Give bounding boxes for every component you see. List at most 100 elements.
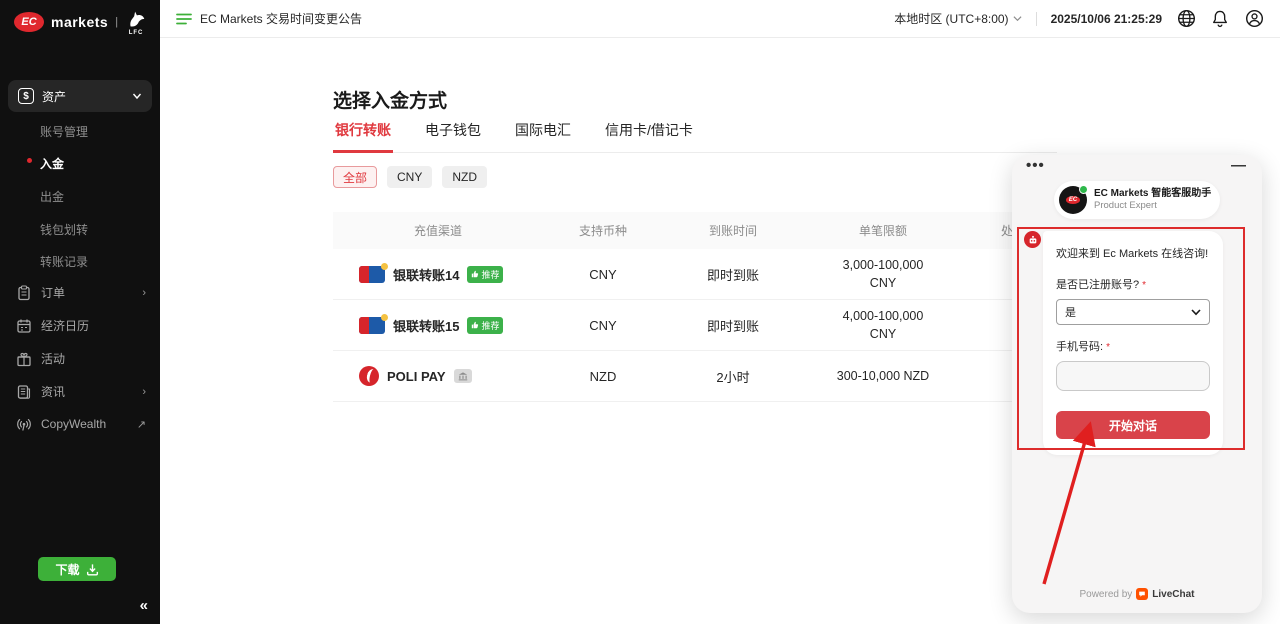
sidebar-section-assets[interactable]: $ 资产	[8, 80, 152, 112]
tab-e-wallet[interactable]: 电子钱包	[423, 120, 483, 152]
tab-bank-transfer[interactable]: 银行转账	[333, 120, 393, 152]
tab-international-wire[interactable]: 国际电汇	[513, 120, 573, 152]
filter-all[interactable]: 全部	[333, 166, 377, 188]
notifications-bell-icon[interactable]	[1210, 9, 1230, 29]
phone-label: 手机号码:*	[1056, 338, 1210, 354]
registered-selected-value: 是	[1065, 304, 1191, 320]
timezone-selector[interactable]: 本地时区 (UTC+8:00)	[894, 10, 1021, 27]
bank-icon	[458, 372, 468, 381]
lfc-label: LFC	[129, 30, 144, 36]
prechat-form: 欢迎来到 Ec Markets 在线咨询! 是否已注册账号?* 是 手机号码:*…	[1043, 231, 1223, 455]
chevron-right-icon: ›	[142, 386, 146, 398]
account-icon[interactable]	[1244, 9, 1264, 29]
chevron-down-icon	[1013, 15, 1022, 22]
sidebar-item-news[interactable]: 资讯 ›	[16, 383, 146, 400]
unionpay-card-icon	[359, 317, 385, 334]
announcement-list-icon	[176, 12, 192, 26]
powered-by[interactable]: Powered by LiveChat	[1012, 588, 1262, 600]
recommended-badge: 推荐	[467, 266, 503, 283]
col-header-currency: 支持币种	[543, 222, 663, 239]
download-button[interactable]: 下载	[38, 557, 116, 581]
sidebar-item-activities[interactable]: 活动	[16, 350, 146, 367]
logo-divider: |	[115, 16, 118, 28]
page-title: 选择入金方式	[333, 86, 447, 113]
tab-credit-debit-card[interactable]: 信用卡/借记卡	[603, 120, 695, 152]
channel-name: POLI PAY	[387, 369, 446, 384]
col-header-limit: 单笔限额	[803, 222, 963, 239]
registered-select[interactable]: 是	[1056, 299, 1210, 325]
required-asterisk: *	[1142, 280, 1146, 291]
sidebar: EC markets | LFC $ 资产 账号管理 入金 出金 钱包划转 转账…	[0, 0, 160, 624]
sidebar-item-transfer-records[interactable]: 转账记录	[40, 253, 88, 270]
language-globe-icon[interactable]	[1176, 9, 1196, 29]
economic-calendar-label: 经济日历	[41, 317, 146, 334]
thumbs-up-icon	[471, 270, 479, 278]
filter-nzd[interactable]: NZD	[442, 166, 487, 188]
livechat-icon	[1136, 588, 1148, 600]
sidebar-item-withdraw[interactable]: 出金	[40, 188, 64, 205]
announcement-link[interactable]: EC Markets 交易时间变更公告	[176, 10, 362, 27]
unionpay-card-icon	[359, 266, 385, 283]
currency-filters: 全部 CNY NZD	[333, 166, 487, 188]
external-link-icon: ↗	[137, 418, 146, 431]
bank-badge	[454, 369, 472, 383]
row-currency: CNY	[543, 318, 663, 333]
agent-header: EC EC Markets 智能客服助手 Product Expert	[1054, 181, 1220, 219]
recommended-badge: 推荐	[467, 317, 503, 334]
datetime-display: 2025/10/06 21:25:29	[1051, 12, 1162, 26]
row-arrival: 即时到账	[663, 265, 803, 284]
active-indicator-dot	[27, 158, 32, 163]
sidebar-item-wallet-transfer[interactable]: 钱包划转	[40, 221, 88, 238]
robot-icon	[1028, 235, 1038, 245]
row-limit: 4,000-100,000CNY	[803, 307, 963, 343]
download-label: 下载	[55, 561, 79, 578]
start-chat-button[interactable]: 开始对话	[1056, 411, 1210, 439]
sidebar-item-deposit[interactable]: 入金	[40, 155, 64, 172]
sidebar-item-economic-calendar[interactable]: 经济日历	[16, 317, 146, 334]
sidebar-item-account-management[interactable]: 账号管理	[40, 123, 88, 140]
row-limit: 300-10,000 NZD	[803, 367, 963, 385]
sidebar-collapse-button[interactable]: «	[140, 597, 148, 614]
chevron-down-icon	[1191, 309, 1201, 316]
agent-role: Product Expert	[1094, 200, 1211, 212]
chevron-right-icon: ›	[142, 287, 146, 299]
news-icon	[16, 384, 32, 400]
livechat-label: LiveChat	[1152, 589, 1194, 600]
row-arrival: 2小时	[663, 367, 803, 386]
welcome-message: 欢迎来到 Ec Markets 在线咨询!	[1056, 245, 1210, 261]
brand-logo: EC markets | LFC	[14, 8, 147, 36]
agent-avatar: EC	[1059, 186, 1087, 214]
calendar-icon	[16, 318, 32, 334]
online-status-dot	[1079, 185, 1088, 194]
assets-label: 资产	[42, 88, 124, 105]
lfc-bird-icon: LFC	[125, 8, 147, 36]
sidebar-item-orders[interactable]: 订单 ›	[16, 284, 146, 301]
registered-question-label: 是否已注册账号?*	[1056, 276, 1210, 292]
deposit-method-tabs: 银行转账 电子钱包 国际电汇 信用卡/借记卡	[333, 120, 1057, 153]
thumbs-up-icon	[471, 321, 479, 329]
gift-icon	[16, 351, 32, 367]
agent-name: EC Markets 智能客服助手	[1094, 187, 1211, 200]
livechat-widget: ••• — EC EC Markets 智能客服助手 Product Exper…	[1012, 155, 1262, 613]
row-limit: 3,000-100,000CNY	[803, 256, 963, 292]
bot-avatar	[1024, 231, 1041, 248]
chat-menu-button[interactable]: •••	[1026, 157, 1045, 174]
signal-icon	[16, 416, 32, 432]
channel-name: 银联转账14	[393, 265, 459, 284]
filter-cny[interactable]: CNY	[387, 166, 432, 188]
phone-input[interactable]	[1056, 361, 1210, 391]
required-asterisk: *	[1106, 342, 1110, 353]
col-header-arrival: 到账时间	[663, 222, 803, 239]
download-icon	[86, 563, 99, 576]
poli-pay-icon	[359, 366, 379, 386]
timezone-label: 本地时区 (UTC+8:00)	[894, 10, 1008, 27]
activities-label: 活动	[41, 350, 146, 367]
brand-name: markets	[51, 14, 108, 30]
ec-logo-icon: EC	[14, 12, 44, 32]
topbar: EC Markets 交易时间变更公告 本地时区 (UTC+8:00) 2025…	[160, 0, 1280, 38]
sidebar-item-copywealth[interactable]: CopyWealth ↗	[16, 416, 146, 432]
chevron-down-icon	[132, 91, 142, 101]
chat-minimize-button[interactable]: —	[1231, 157, 1246, 174]
row-arrival: 即时到账	[663, 316, 803, 335]
topbar-divider	[1036, 12, 1037, 26]
